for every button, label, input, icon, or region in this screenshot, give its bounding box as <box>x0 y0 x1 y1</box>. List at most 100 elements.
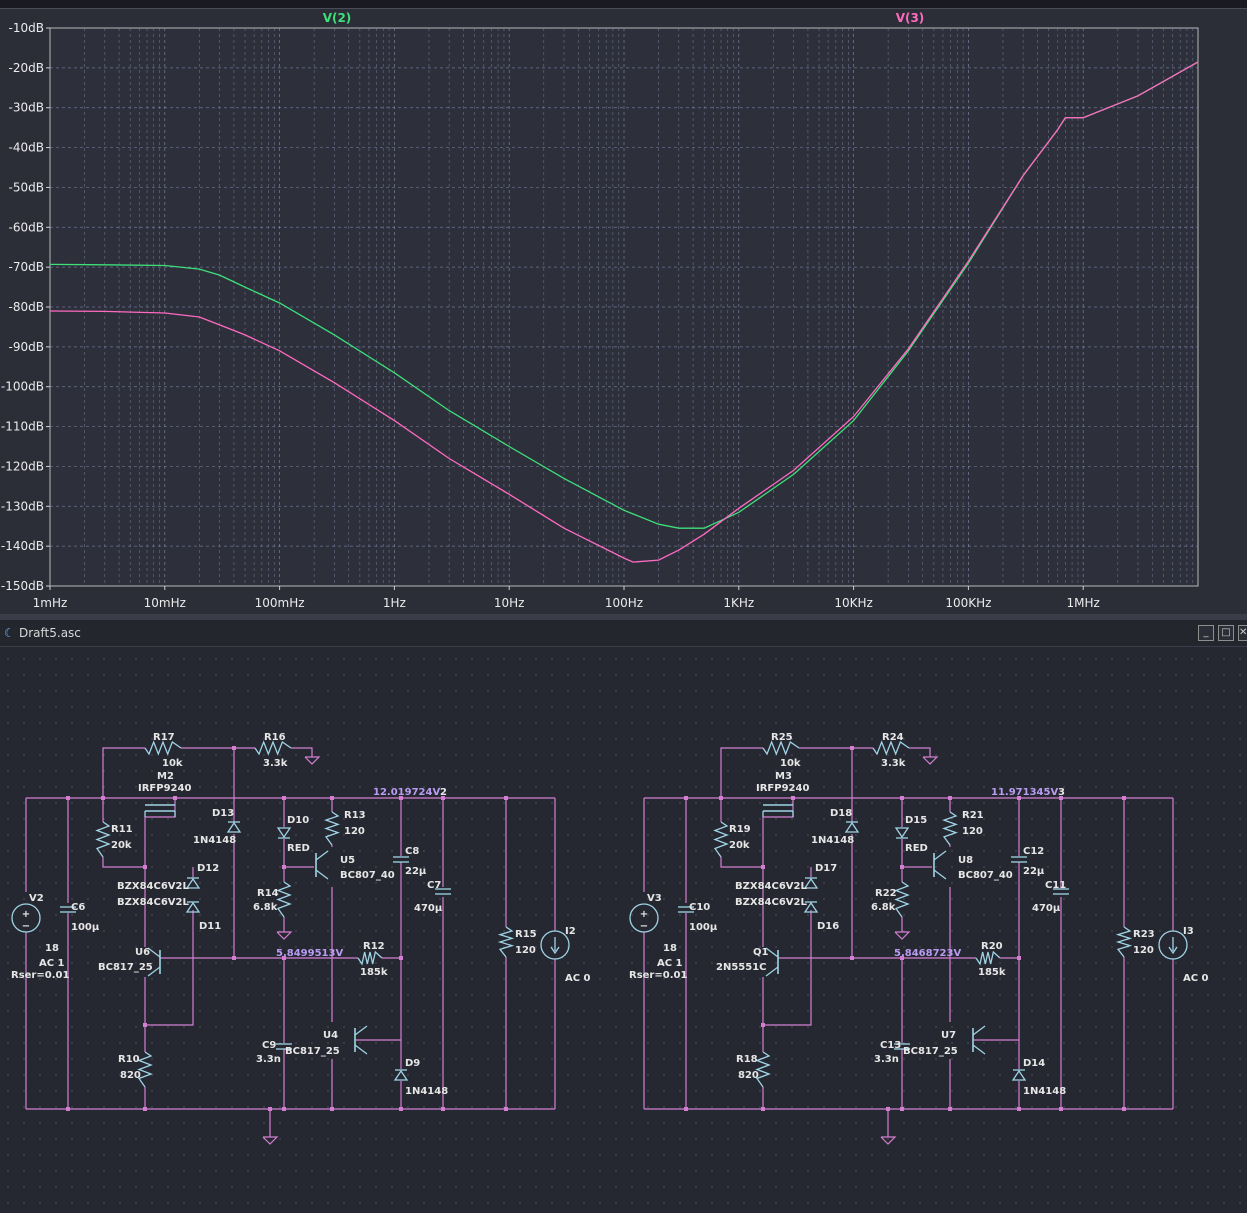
x-tick-label: 1mHz <box>33 596 68 610</box>
diode-symbol[interactable] <box>276 827 292 839</box>
grid-dot <box>711 1138 713 1140</box>
grid-dot <box>119 1138 121 1140</box>
grid-dot <box>215 1026 217 1028</box>
resistor-symbol[interactable] <box>254 740 292 756</box>
grid-dot <box>599 1090 601 1092</box>
ground-symbol[interactable] <box>922 756 939 765</box>
grid-dot <box>1095 1138 1097 1140</box>
grid-dot <box>599 1058 601 1060</box>
grid-dot <box>1015 946 1017 948</box>
grid-dot <box>551 1138 553 1140</box>
resistor-symbol[interactable] <box>144 740 182 756</box>
grid-dot <box>743 1090 745 1092</box>
grid-dot <box>423 1138 425 1140</box>
grid-dot <box>727 898 729 900</box>
maximize-button[interactable]: □ <box>1218 625 1234 641</box>
grid-dot <box>119 914 121 916</box>
grid-dot <box>1127 1058 1129 1060</box>
grid-dot <box>1095 1170 1097 1172</box>
grid-dot <box>23 834 25 836</box>
resistor-symbol[interactable] <box>942 811 958 846</box>
diode-symbol[interactable] <box>844 821 860 833</box>
grid-dot <box>231 1010 233 1012</box>
grid-dot <box>935 818 937 820</box>
grid-dot <box>535 1090 537 1092</box>
grid-dot <box>1047 866 1049 868</box>
x-tick-label: 10mHz <box>144 596 186 610</box>
ground-symbol[interactable] <box>880 1136 897 1145</box>
grid-dot <box>791 850 793 852</box>
grid-dot <box>1095 882 1097 884</box>
schematic-editor[interactable]: ☾ Draft5.asc _ □ ✕ + −12.019724V 2 5.849951… <box>0 620 1247 1213</box>
grid-dot <box>183 802 185 804</box>
wire[interactable] <box>909 747 931 757</box>
grid-dot <box>423 1122 425 1124</box>
grid-dot <box>183 834 185 836</box>
grid-dot <box>967 1170 969 1172</box>
grid-dot <box>695 1042 697 1044</box>
grid-dot <box>855 738 857 740</box>
grid-dot <box>1031 722 1033 724</box>
diode-symbol[interactable] <box>393 1069 409 1081</box>
resistor-symbol[interactable] <box>872 740 910 756</box>
grid-dot <box>647 866 649 868</box>
grid-dot <box>1031 818 1033 820</box>
grid-dot <box>1015 706 1017 708</box>
ground-symbol[interactable] <box>276 931 293 940</box>
ground-symbol[interactable] <box>894 931 911 940</box>
grid-dot <box>327 1010 329 1012</box>
component-ref: M2 <box>157 771 174 782</box>
resistor-symbol[interactable] <box>357 950 383 966</box>
grid-dot <box>39 1186 41 1188</box>
grid-dot <box>1207 1186 1209 1188</box>
component-value: BC817_25 <box>903 1046 958 1057</box>
grid-dot <box>151 1042 153 1044</box>
grid-dot <box>615 1058 617 1060</box>
wire[interactable] <box>291 747 313 757</box>
trace-label-v3[interactable]: V(3) <box>896 11 925 25</box>
ground-symbol[interactable] <box>304 756 321 765</box>
resistor-symbol[interactable] <box>1115 926 1133 958</box>
resistor-symbol[interactable] <box>276 881 292 918</box>
diode-symbol[interactable] <box>894 827 910 839</box>
wire[interactable] <box>763 910 812 1026</box>
grid-dot <box>87 690 89 692</box>
grid-dot <box>375 1090 377 1092</box>
waveform-viewer[interactable]: -10dB -20dB -30dB -40dB -50dB -60dB -70dB -80dB… <box>0 0 1247 615</box>
grid-dot <box>727 674 729 676</box>
resistor-symbol[interactable] <box>975 950 1001 966</box>
x-tick-label: 100KHz <box>945 596 991 610</box>
resistor-symbol[interactable] <box>894 881 910 918</box>
close-button[interactable]: ✕ <box>1238 625 1247 641</box>
resistor-symbol[interactable] <box>324 811 340 846</box>
grid-dot <box>855 898 857 900</box>
grid-dot <box>951 994 953 996</box>
schematic-file-icon: ☾ <box>4 626 15 640</box>
grid-dot <box>279 882 281 884</box>
diode-symbol[interactable] <box>1011 1069 1027 1081</box>
junction <box>761 865 765 869</box>
grid-dot <box>775 914 777 916</box>
bode-plot[interactable]: -10dB-20dB-30dB-40dB-50dB-60dB-70dB-80dB… <box>0 0 1247 615</box>
resistor-symbol[interactable] <box>713 821 729 858</box>
ground-symbol[interactable] <box>262 1136 279 1145</box>
grid-dot <box>487 850 489 852</box>
grid-dot <box>1223 1010 1225 1012</box>
diode-symbol[interactable] <box>226 821 242 833</box>
grid-dot <box>791 706 793 708</box>
schematic-canvas[interactable]: +−12.019724V 25.8499513VV218AC 1Rser=0.01… <box>0 647 1247 1213</box>
junction <box>761 1023 765 1027</box>
trace-label-v2[interactable]: V(2) <box>323 11 352 25</box>
wire[interactable] <box>102 857 145 868</box>
grid-dot <box>7 850 9 852</box>
resistor-symbol[interactable] <box>497 926 515 958</box>
circuit-right[interactable]: +−11.971345V 35.8468723VV318AC 1Rser=0.01… <box>629 732 1209 1145</box>
circuit-left[interactable]: +−12.019724V 25.8499513VV218AC 1Rser=0.01… <box>11 732 591 1145</box>
minimize-button[interactable]: _ <box>1198 625 1214 641</box>
resistor-symbol[interactable] <box>95 821 111 858</box>
wire[interactable] <box>720 857 763 868</box>
resistor-symbol[interactable] <box>762 740 800 756</box>
grid-dot <box>455 706 457 708</box>
grid-dot <box>87 1202 89 1204</box>
grid-dot <box>615 1090 617 1092</box>
